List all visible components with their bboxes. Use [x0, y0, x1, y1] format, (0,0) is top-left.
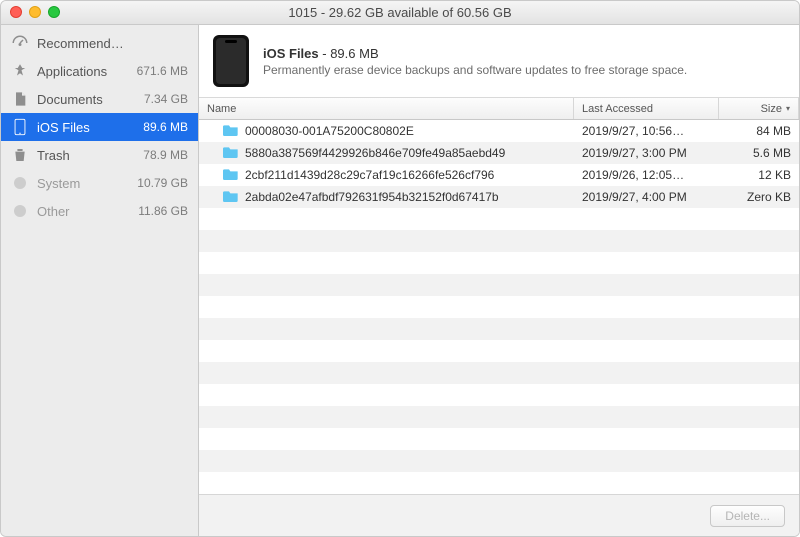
sidebar-item-other[interactable]: Other 11.86 GB [1, 197, 198, 225]
file-name: 2cbf211d1439d28c29c7af19c16266fe526cf796 [245, 168, 494, 182]
applications-icon [11, 62, 29, 80]
table-row[interactable]: 5880a387569f4429926b846e709fe49a85aebd49… [199, 142, 799, 164]
gauge-icon [11, 34, 29, 52]
category-header: iOS Files - 89.6 MB Permanently erase de… [199, 25, 799, 98]
sidebar-item-size: 78.9 MB [132, 148, 188, 162]
file-name: 00008030-001A75200C80802E [245, 124, 414, 138]
sidebar-item-system[interactable]: System 10.79 GB [1, 169, 198, 197]
file-last-accessed: 2019/9/27, 10:56… [574, 120, 719, 142]
empty-row [199, 450, 799, 472]
sidebar-item-label: Trash [37, 148, 124, 163]
empty-row [199, 252, 799, 274]
file-size: 12 KB [719, 164, 799, 186]
sidebar-item-label: Other [37, 204, 124, 219]
sidebar-item-recommendations[interactable]: Recommendations [1, 29, 198, 57]
other-icon [11, 202, 29, 220]
empty-row [199, 406, 799, 428]
empty-row [199, 274, 799, 296]
empty-row [199, 362, 799, 384]
sidebar-item-ios-files[interactable]: iOS Files 89.6 MB [1, 113, 198, 141]
window-body: Recommendations Applications 671.6 MB Do… [1, 25, 799, 536]
empty-row [199, 208, 799, 230]
sidebar-item-label: Recommendations [37, 36, 124, 51]
titlebar[interactable]: 1015 - 29.62 GB available of 60.56 GB [1, 1, 799, 25]
window-title: 1015 - 29.62 GB available of 60.56 GB [288, 5, 511, 20]
minimize-window-button[interactable] [29, 6, 41, 18]
main-pane: iOS Files - 89.6 MB Permanently erase de… [199, 25, 799, 536]
sidebar-item-label: Documents [37, 92, 124, 107]
sidebar-item-label: Applications [37, 64, 124, 79]
column-header-name[interactable]: Name [199, 98, 574, 119]
sidebar-item-size: 89.6 MB [132, 120, 188, 134]
empty-row [199, 318, 799, 340]
category-title: iOS Files [263, 46, 319, 61]
sidebar-item-size: 7.34 GB [132, 92, 188, 106]
delete-button[interactable]: Delete... [710, 505, 785, 527]
file-size: 5.6 MB [719, 142, 799, 164]
sidebar-item-size: 10.79 GB [132, 176, 188, 190]
column-header-last-accessed[interactable]: Last Accessed [574, 98, 719, 119]
folder-icon [223, 190, 239, 205]
system-icon [11, 174, 29, 192]
category-title-line: iOS Files - 89.6 MB [263, 46, 687, 61]
footer-bar: Delete... [199, 494, 799, 536]
category-size: 89.6 MB [330, 46, 378, 61]
sidebar-item-documents[interactable]: Documents 7.34 GB [1, 85, 198, 113]
table-header: Name Last Accessed Size▾ [199, 98, 799, 120]
trash-icon [11, 146, 29, 164]
file-last-accessed: 2019/9/27, 4:00 PM [574, 186, 719, 208]
iphone-icon [11, 118, 29, 136]
category-subtitle: Permanently erase device backups and sof… [263, 63, 687, 77]
empty-row [199, 428, 799, 450]
sidebar-item-label: iOS Files [37, 120, 124, 135]
sidebar-item-trash[interactable]: Trash 78.9 MB [1, 141, 198, 169]
column-header-size[interactable]: Size▾ [719, 98, 799, 119]
sidebar-item-label: System [37, 176, 124, 191]
document-icon [11, 90, 29, 108]
file-table-body[interactable]: 00008030-001A75200C80802E 2019/9/27, 10:… [199, 120, 799, 494]
close-window-button[interactable] [10, 6, 22, 18]
file-last-accessed: 2019/9/27, 3:00 PM [574, 142, 719, 164]
file-size: 84 MB [719, 120, 799, 142]
file-size: Zero KB [719, 186, 799, 208]
category-header-text: iOS Files - 89.6 MB Permanently erase de… [263, 46, 687, 77]
empty-row [199, 472, 799, 494]
sidebar-item-size: 11.86 GB [132, 204, 188, 218]
storage-management-window: 1015 - 29.62 GB available of 60.56 GB Re… [0, 0, 800, 537]
zoom-window-button[interactable] [48, 6, 60, 18]
folder-icon [223, 146, 239, 161]
device-thumbnail-icon [213, 35, 249, 87]
file-name: 2abda02e47afbdf792631f954b32152f0d67417b [245, 190, 499, 204]
table-row[interactable]: 2abda02e47afbdf792631f954b32152f0d67417b… [199, 186, 799, 208]
folder-icon [223, 168, 239, 183]
folder-icon [223, 124, 239, 139]
empty-row [199, 384, 799, 406]
table-row[interactable]: 2cbf211d1439d28c29c7af19c16266fe526cf796… [199, 164, 799, 186]
empty-row [199, 230, 799, 252]
empty-row [199, 340, 799, 362]
sidebar: Recommendations Applications 671.6 MB Do… [1, 25, 199, 536]
table-row[interactable]: 00008030-001A75200C80802E 2019/9/27, 10:… [199, 120, 799, 142]
sidebar-item-applications[interactable]: Applications 671.6 MB [1, 57, 198, 85]
empty-row [199, 296, 799, 318]
file-last-accessed: 2019/9/26, 12:05… [574, 164, 719, 186]
window-controls [10, 6, 60, 18]
sort-descending-icon: ▾ [786, 104, 790, 113]
sidebar-item-size: 671.6 MB [132, 64, 188, 78]
file-name: 5880a387569f4429926b846e709fe49a85aebd49 [245, 146, 505, 160]
